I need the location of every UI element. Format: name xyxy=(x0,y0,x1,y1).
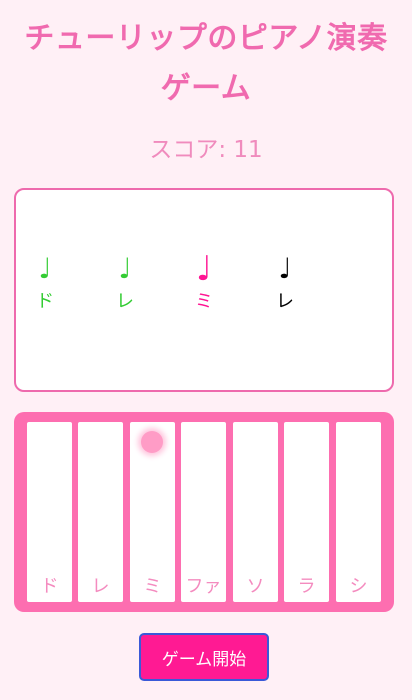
note-label: レ xyxy=(116,291,134,312)
piano-key-mi[interactable]: ミ xyxy=(130,422,175,602)
piano-key-so[interactable]: ソ xyxy=(233,422,278,602)
key-label: ラ xyxy=(297,576,316,597)
piano-key-do[interactable]: ド xyxy=(27,422,72,602)
quarter-note-icon: ♩ xyxy=(278,252,292,285)
note-item-current: ♩ ミ xyxy=(184,252,224,314)
key-label: シ xyxy=(349,576,368,597)
piano-key-fa[interactable]: ファ xyxy=(181,422,226,602)
note-label: ド xyxy=(36,291,54,312)
note-item: ♩ レ xyxy=(105,252,145,314)
title-line-1: チューリップのピアノ演奏 xyxy=(24,21,388,56)
key-label: ソ xyxy=(246,576,265,597)
key-press-indicator xyxy=(141,431,163,453)
quarter-note-icon: ♩ xyxy=(118,252,132,285)
note-label: レ xyxy=(276,291,294,312)
score-display: スコア: 11 xyxy=(149,137,263,163)
piano-key-shi[interactable]: シ xyxy=(336,422,381,602)
note-item: ♩ ド xyxy=(25,252,65,314)
note-display-panel: ♩ ド ♩ レ ♩ ミ ♩ レ xyxy=(14,188,394,392)
piano-keyboard: ド レ ミ ファ ソ ラ シ xyxy=(14,412,394,612)
key-label: ミ xyxy=(143,576,162,597)
piano-key-ra[interactable]: ラ xyxy=(284,422,329,602)
piano-key-re[interactable]: レ xyxy=(78,422,123,602)
title-line-2: ゲーム xyxy=(160,71,252,106)
note-item: ♩ レ xyxy=(265,252,305,314)
key-label: レ xyxy=(91,576,110,597)
key-label: ファ xyxy=(185,576,222,597)
note-label: ミ xyxy=(195,291,213,312)
quarter-note-icon: ♩ xyxy=(38,252,52,285)
key-label: ド xyxy=(40,576,59,597)
page-title: チューリップのピアノ演奏 ゲーム xyxy=(0,14,412,114)
start-game-button[interactable]: ゲーム開始 xyxy=(139,633,269,681)
quarter-note-icon: ♩ xyxy=(195,249,213,289)
